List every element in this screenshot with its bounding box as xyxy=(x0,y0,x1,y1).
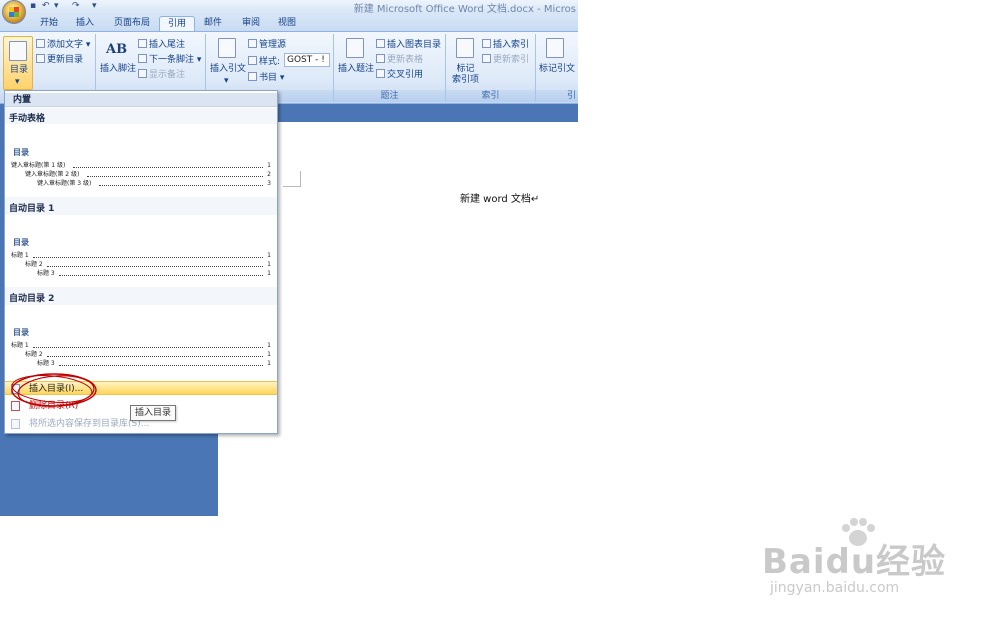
show-notes-button[interactable]: 显示备注 xyxy=(138,69,185,81)
toc-preview-line: 键入章标题(第 1 级) 1 xyxy=(11,162,271,169)
toc-icon xyxy=(9,41,27,61)
update-index-icon xyxy=(482,54,491,63)
style-select[interactable]: GOST - ! xyxy=(284,53,330,67)
insert-index-button[interactable]: 插入索引 xyxy=(482,39,529,51)
chevron-down-icon: ▾ xyxy=(224,76,229,86)
chevron-down-icon: ▾ xyxy=(15,77,20,87)
manage-sources-icon xyxy=(248,39,257,48)
insert-endnote-icon xyxy=(138,39,147,48)
window-title: 新建 Microsoft Office Word 文档.docx - Micro… xyxy=(353,4,576,15)
mark-entry-button[interactable]: 标记 索引项 xyxy=(452,64,479,86)
update-table-button[interactable]: 更新表格 xyxy=(376,54,423,66)
toc-preview-line: 标题 11 xyxy=(11,252,271,259)
insert-caption-button[interactable]: 插入题注 xyxy=(338,64,374,75)
insert-citation-icon xyxy=(218,38,236,58)
mark-citation-icon xyxy=(546,38,564,58)
toc-preview-line: 标题 31 xyxy=(37,360,271,367)
insert-footnote-icon: AB xyxy=(106,42,128,57)
ribbon-tabs: 开始 插入 页面布局 引用 邮件 审阅 视图 xyxy=(0,14,578,32)
cross-reference-icon xyxy=(376,69,385,78)
toc-preview-line: 标题 11 xyxy=(11,342,271,349)
undo-icon[interactable]: ↶ xyxy=(42,1,50,11)
insert-toc-menu-item[interactable]: 插入目录(I)... xyxy=(5,381,277,395)
gallery-entry-title: 自动目录 2 xyxy=(9,294,55,304)
insert-caption-icon xyxy=(346,38,364,58)
insert-toc-icon xyxy=(11,384,20,394)
index-group: 标记 索引项 插入索引 更新索引 索引 xyxy=(446,34,536,102)
toc-button-label: 目录 xyxy=(10,65,29,75)
mark-entry-icon xyxy=(456,38,474,58)
cross-reference-button[interactable]: 交叉引用 xyxy=(376,69,423,81)
gallery-header-builtin: 内置 xyxy=(5,93,277,107)
add-text-button[interactable]: 添加文字 ▾ xyxy=(36,39,90,51)
manage-sources-button[interactable]: 管理源 xyxy=(248,39,286,51)
index-group-label: 索引 xyxy=(446,90,535,102)
word-window: ▪ ↶ ▾ ↷ ▾ 新建 Microsoft Office Word 文档.do… xyxy=(0,0,1000,625)
tab-view[interactable]: 视图 xyxy=(270,16,304,31)
tab-home[interactable]: 开始 xyxy=(32,16,66,31)
mark-citation-button[interactable]: 标记引文 xyxy=(539,64,575,75)
bibliography-icon xyxy=(248,72,257,81)
office-logo-icon xyxy=(9,7,19,17)
update-toc-button[interactable]: 更新目录 xyxy=(36,54,83,66)
bibliography-button[interactable]: 书目 ▾ xyxy=(248,72,284,84)
captions-group-label: 题注 xyxy=(334,90,445,102)
toc-preview-line: 键入章标题(第 3 级) 3 xyxy=(37,180,271,187)
captions-group: 插入题注 插入图表目录 更新表格 交叉引用 题注 xyxy=(334,34,446,102)
toc-preview-heading: 目录 xyxy=(13,328,29,337)
table-of-figures-icon xyxy=(376,39,385,48)
document-text[interactable]: 新建 word 文档↵ xyxy=(460,190,539,205)
toc-preview-line: 标题 31 xyxy=(37,270,271,277)
insert-footnote-button[interactable]: 插入脚注 xyxy=(100,64,136,75)
toc-preview-heading: 目录 xyxy=(13,238,29,247)
undo-dropdown-icon[interactable]: ▾ xyxy=(54,1,59,11)
gallery-entry-title: 手动表格 xyxy=(9,114,46,124)
next-footnote-icon xyxy=(138,54,147,63)
update-table-icon xyxy=(376,54,385,63)
table-of-authorities-group: 标记引文 引 xyxy=(536,34,578,102)
toc-gallery-dropdown: 内置 手动表格 目录 键入章标题(第 1 级) 1 键入章标题(第 2 级) 2 键… xyxy=(4,90,278,434)
style-label: 样式: xyxy=(248,56,280,68)
style-icon xyxy=(248,56,257,65)
tab-mailings[interactable]: 邮件 xyxy=(196,16,230,31)
toc-button[interactable]: 目录 ▾ xyxy=(3,36,33,90)
toc-preview-line: 标题 21 xyxy=(25,261,271,268)
update-toc-icon xyxy=(36,54,45,63)
remove-toc-icon xyxy=(11,401,20,411)
show-notes-icon xyxy=(138,69,147,78)
toc-preview-line: 键入章标题(第 2 级) 2 xyxy=(25,171,271,178)
gallery-entry-title: 自动目录 1 xyxy=(9,204,55,214)
save-icon[interactable]: ▪ xyxy=(30,1,36,11)
tab-review[interactable]: 审阅 xyxy=(234,16,268,31)
redo-icon[interactable]: ↷ xyxy=(72,1,80,11)
insert-index-icon xyxy=(482,39,491,48)
insert-endnote-button[interactable]: 插入尾注 xyxy=(138,39,185,51)
watermark-brand: Baidu经验 xyxy=(762,542,947,582)
toc-preview-heading: 目录 xyxy=(13,148,29,157)
office-button[interactable] xyxy=(2,0,26,24)
tab-insert[interactable]: 插入 xyxy=(68,16,102,31)
baidu-jingyan-watermark: Baidu经验 jingyan.baidu.com xyxy=(762,518,962,608)
tab-references[interactable]: 引用 xyxy=(159,16,196,31)
qat-customize-icon[interactable]: ▾ xyxy=(92,1,97,11)
next-footnote-button[interactable]: 下一条脚注 ▾ xyxy=(138,54,201,66)
insert-table-of-figures-button[interactable]: 插入图表目录 xyxy=(376,39,441,51)
insert-toc-tooltip: 插入目录 xyxy=(130,405,177,421)
update-index-button[interactable]: 更新索引 xyxy=(482,54,529,66)
page-margin-corner xyxy=(283,171,301,187)
insert-citation-button[interactable]: 插入引文 xyxy=(210,64,246,75)
add-text-icon xyxy=(36,39,45,48)
toa-group-label: 引 xyxy=(536,90,578,102)
tab-page-layout[interactable]: 页面布局 xyxy=(106,16,158,31)
toc-preview-line: 标题 21 xyxy=(25,351,271,358)
title-bar: ▪ ↶ ▾ ↷ ▾ 新建 Microsoft Office Word 文档.do… xyxy=(0,0,578,15)
watermark-url: jingyan.baidu.com xyxy=(770,580,900,596)
save-to-gallery-icon xyxy=(11,419,20,429)
